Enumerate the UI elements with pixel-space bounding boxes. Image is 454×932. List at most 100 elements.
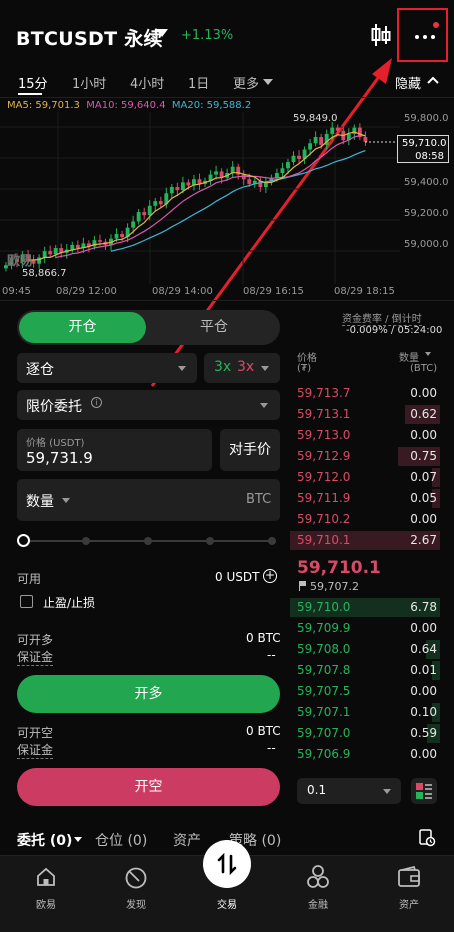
wallet-icon[interactable] [397,866,421,888]
discover-icon[interactable] [124,866,148,890]
candle-body [214,171,219,175]
orderbook-price[interactable]: 59,712.0 [297,470,350,484]
tab-4h[interactable]: 4小时 [130,73,164,92]
open-long-button[interactable]: 开多 [17,675,280,713]
orderbook-qty[interactable]: 0.05 [410,491,437,505]
tpsl-checkbox[interactable] [20,595,33,608]
nav-label-assets[interactable]: 资产 [381,896,437,911]
available-label: 可用 [17,572,42,586]
price-tick: 59,000.0 [404,239,449,250]
chevron-down-icon[interactable] [62,498,70,503]
orderbook-qty[interactable]: 0.00 [410,386,437,400]
order-type-select[interactable]: 限价委托 i [17,390,280,420]
orderbook-price[interactable]: 59,706.9 [297,747,350,761]
orderbook-price[interactable]: 59,709.9 [297,621,350,635]
open-short-button[interactable]: 开空 [17,768,280,806]
order-history-icon[interactable] [418,829,436,847]
margin-mode-select[interactable]: 逐仓 [17,353,197,383]
orderbook-price[interactable]: 59,713.0 [297,428,350,442]
candle-body [335,127,340,131]
current-price-tag: 59,710.0 08:58 [397,135,449,163]
orderbook-qty[interactable]: 0.00 [410,512,437,526]
tab-1h[interactable]: 1小时 [72,73,106,92]
slider-step[interactable] [82,537,90,545]
candle-body [114,233,119,239]
tab-15m[interactable]: 15分 [18,73,48,92]
slider-step[interactable] [268,537,276,545]
trade-icon[interactable] [215,852,239,876]
orderbook-price[interactable]: 59,707.1 [297,705,350,719]
tab-more[interactable]: 更多 [233,73,259,92]
funding-rate-value: -0.009% / 05:24:00 [346,325,443,336]
tab-orders[interactable]: 委托 (0) [17,830,72,850]
funding-rate-label[interactable]: 资金费率 / 倒计时 [342,310,422,326]
quantity-label: 数量 [26,494,54,510]
qty-column-header[interactable]: 数量 [399,349,419,364]
orderbook-qty[interactable]: 0.64 [410,642,437,656]
orderbook-price[interactable]: 59,707.5 [297,684,350,698]
orderbook-price[interactable]: 59,713.1 [297,407,350,421]
orderbook-price[interactable]: 59,707.8 [297,663,350,677]
open-position-tab[interactable]: 开仓 [19,312,146,343]
candle-body [291,155,296,163]
candle-body [180,182,185,191]
slider-step[interactable] [144,537,152,545]
orderbook-layout-button[interactable] [411,778,437,804]
orderbook-price[interactable]: 59,708.0 [297,642,350,656]
finance-icon[interactable] [306,864,330,890]
info-icon[interactable]: i [91,397,102,408]
quantity-input[interactable]: 数量 BTC [17,479,280,521]
can-short-label: 可开空 [17,726,54,740]
hide-chart-button[interactable]: 隐藏 [395,73,421,92]
orderbook-qty[interactable]: 0.00 [410,747,437,761]
orderbook-qty[interactable]: 0.00 [410,428,437,442]
depth-step-select[interactable]: 0.1 [297,778,401,804]
orderbook-price[interactable]: 59,712.9 [297,449,350,463]
nav-label-discover[interactable]: 发现 [108,896,164,911]
orderbook-qty[interactable]: 6.78 [410,600,437,614]
tab-assets[interactable]: 资产 [173,830,201,850]
orderbook-qty[interactable]: 0.01 [410,663,437,677]
price-input-value[interactable]: 59,731.9 [26,449,93,467]
short-leverage: 3x [237,359,255,375]
chevron-up-icon[interactable] [426,73,440,87]
slider-step[interactable] [206,537,214,545]
high-price-label: 59,849.0 [293,113,338,124]
close-position-tab[interactable]: 平仓 [150,312,278,343]
tab-positions[interactable]: 仓位 (0) [95,830,147,850]
orderbook-qty[interactable]: 2.67 [410,533,437,547]
orderbook-qty[interactable]: 0.62 [410,407,437,421]
transfer-plus-icon[interactable]: + [263,569,277,583]
nav-label-trade[interactable]: 交易 [199,896,255,911]
slider-handle[interactable] [17,534,30,547]
orderbook-price[interactable]: 59,710.0 [297,600,350,614]
orderbook-qty[interactable]: 0.00 [410,684,437,698]
candle-body [98,240,102,242]
candle-body [120,233,125,238]
orderbook-price[interactable]: 59,711.9 [297,491,350,505]
home-icon[interactable] [35,866,57,888]
orderbook-qty[interactable]: 0.00 [410,621,437,635]
chevron-down-icon [74,837,82,842]
available-value: 0 USDT [215,570,260,584]
nav-label-home[interactable]: 欧易 [18,896,74,911]
orderbook-qty[interactable]: 0.07 [410,470,437,484]
nav-label-finance[interactable]: 金融 [290,896,346,911]
time-tick: 09:45 [2,286,31,297]
orderbook-price[interactable]: 59,710.2 [297,512,350,526]
tab-1d[interactable]: 1日 [188,73,209,92]
orderbook-qty[interactable]: 0.75 [410,449,437,463]
candlestick-chart[interactable] [0,112,454,298]
can-long-value: 0 BTC [246,631,281,645]
ma20-label: MA20: 59,588.2 [171,100,252,111]
margin-mode-value: 逐仓 [26,362,54,378]
orderbook-price[interactable]: 59,710.1 [297,533,350,547]
orderbook-price[interactable]: 59,707.0 [297,726,350,740]
leverage-select[interactable]: 3x 3x [204,353,280,383]
candle-body [48,251,53,255]
orderbook-price[interactable]: 59,713.7 [297,386,350,400]
counterparty-price-button[interactable]: 对手价 [220,429,280,471]
price-input[interactable]: 价格 (USDT) 59,731.9 [17,429,212,471]
orderbook-qty[interactable]: 0.10 [410,705,437,719]
orderbook-qty[interactable]: 0.59 [410,726,437,740]
